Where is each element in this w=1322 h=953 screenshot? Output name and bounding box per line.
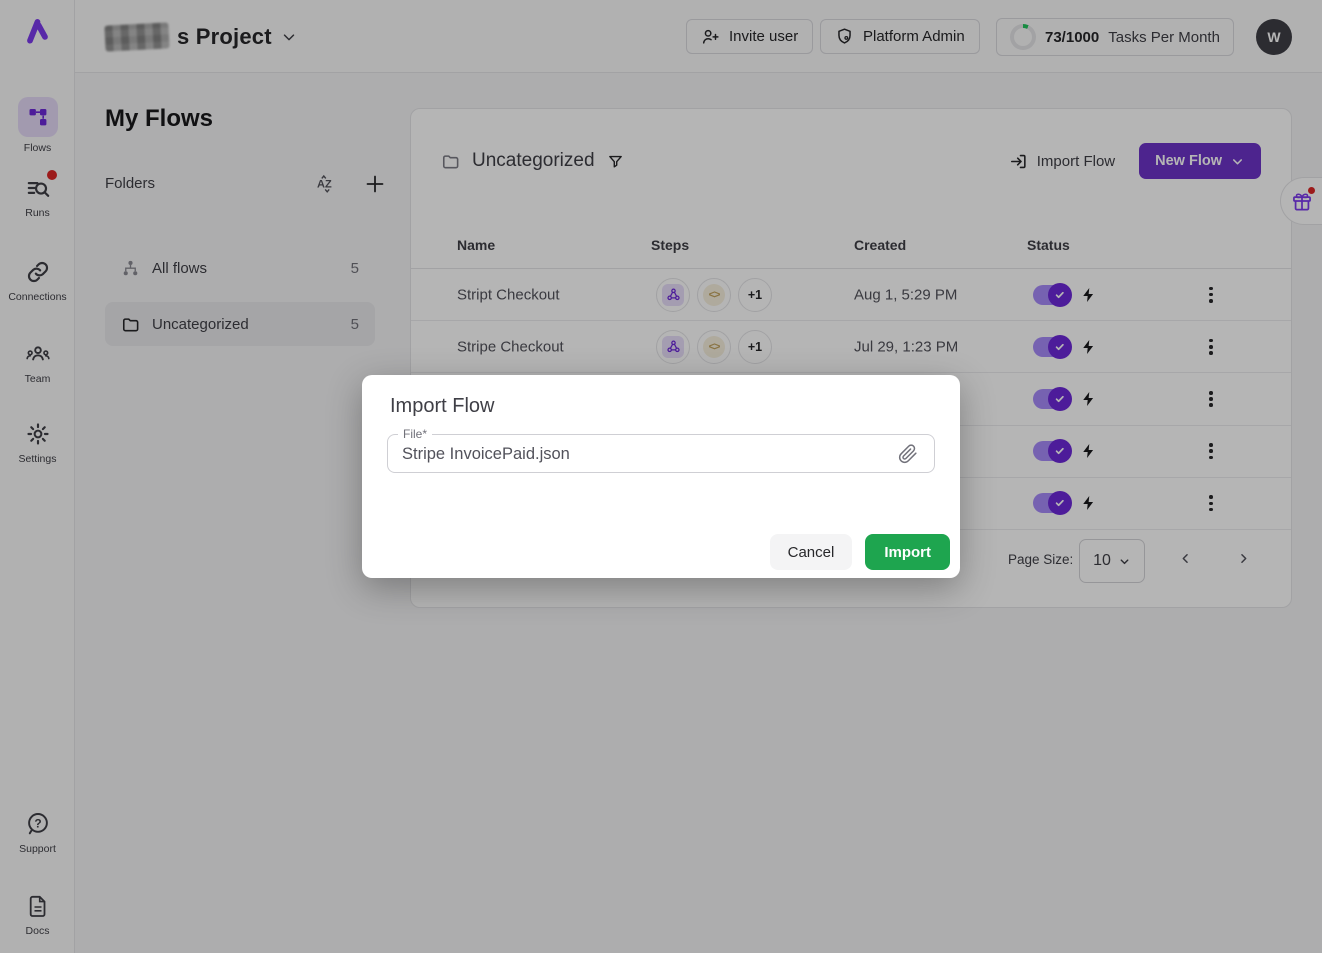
file-input[interactable]: File* Stripe InvoicePaid.json — [387, 427, 935, 473]
dialog-title: Import Flow — [390, 395, 494, 418]
file-input-value: Stripe InvoicePaid.json — [402, 445, 570, 464]
cancel-button[interactable]: Cancel — [770, 534, 853, 570]
paperclip-icon — [898, 444, 918, 464]
app-root: Flows Runs Connections — [0, 0, 1322, 953]
import-button[interactable]: Import — [865, 534, 950, 570]
import-flow-dialog: Import Flow File* Stripe InvoicePaid.jso… — [362, 375, 960, 578]
attach-file-button[interactable] — [898, 444, 918, 464]
file-input-label: File* — [398, 427, 432, 441]
